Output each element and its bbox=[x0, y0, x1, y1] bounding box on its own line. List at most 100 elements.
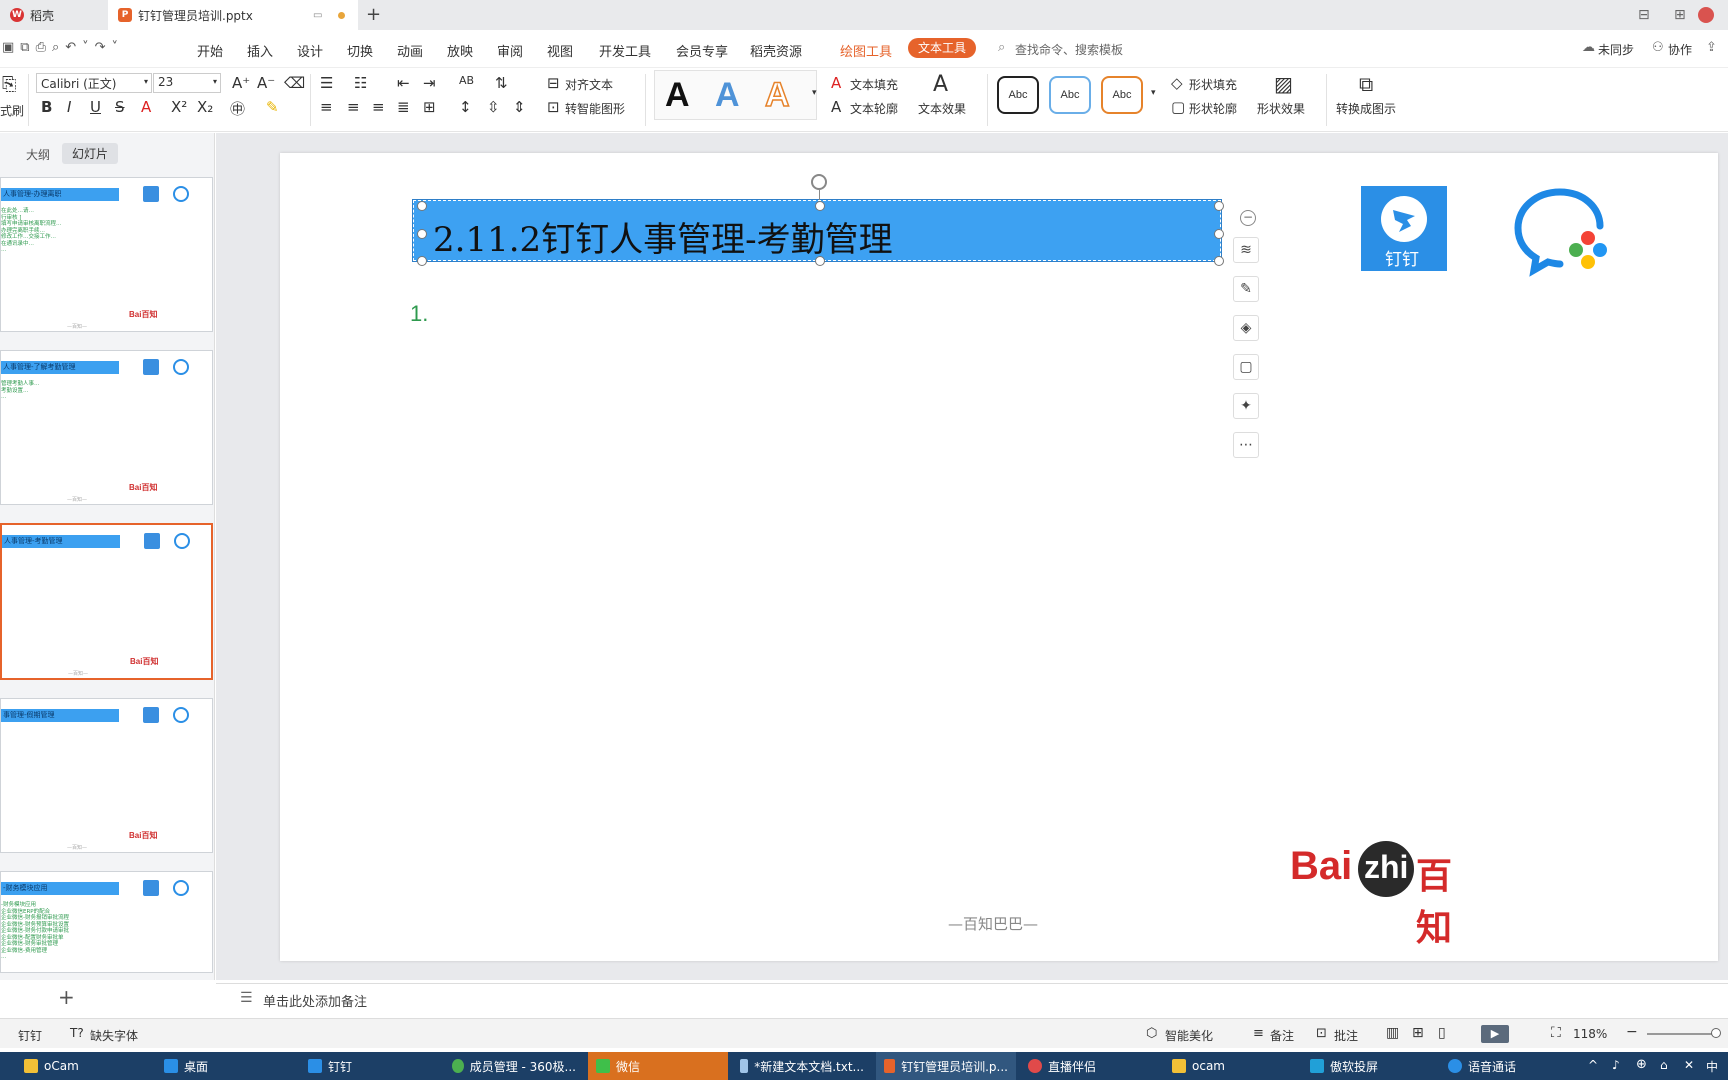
tab-slides[interactable]: 幻灯片 bbox=[62, 143, 119, 164]
shape-outline-icon[interactable]: ▢ bbox=[1171, 98, 1185, 116]
more-icon[interactable]: ⋯ bbox=[1233, 432, 1259, 458]
align-right-icon[interactable]: ≡ bbox=[372, 98, 385, 116]
align-center-icon[interactable]: ≡ bbox=[347, 98, 360, 116]
grid-apps-icon[interactable]: ⊞ bbox=[1674, 7, 1686, 23]
status-app[interactable]: 钉钉 bbox=[18, 1027, 42, 1044]
menu-developer[interactable]: 开发工具 bbox=[599, 41, 651, 60]
beautify-button[interactable]: 智能美化 bbox=[1165, 1027, 1213, 1044]
font-name-select[interactable]: Calibri (正文) ▾ bbox=[36, 73, 152, 93]
collapse-icon[interactable]: − bbox=[1240, 210, 1256, 226]
fit-window-icon[interactable]: ⛶ bbox=[1551, 1025, 1561, 1041]
ime-mode-icon[interactable]: ⌂ bbox=[1660, 1058, 1668, 1072]
slide-thumbnail[interactable]: 人事管理-办理离职 在此处…请… 行审核 ] 填写申请审核离职流程… 办理完离职… bbox=[0, 177, 213, 332]
command-search-input[interactable]: 查找命令、搜索模板 bbox=[1015, 41, 1123, 58]
smart-shape-button[interactable]: 转智能图形 bbox=[565, 100, 625, 117]
play-icon[interactable]: ▶ bbox=[1481, 1025, 1509, 1043]
taskbar-item-browser[interactable]: 成员管理 - 360极... bbox=[444, 1052, 584, 1080]
sync-status[interactable]: 未同步 bbox=[1598, 41, 1634, 58]
highlight-icon[interactable]: ✎ bbox=[266, 98, 279, 116]
distribute-icon[interactable]: ⊞ bbox=[423, 98, 436, 116]
shape-effect-button[interactable]: 形状效果 bbox=[1257, 100, 1305, 117]
italic-icon[interactable]: I bbox=[67, 98, 71, 116]
taskbar-item-desktop[interactable]: 桌面 bbox=[156, 1052, 296, 1080]
resize-handle[interactable] bbox=[417, 201, 427, 211]
tray-expand-icon[interactable]: ^ bbox=[1588, 1058, 1598, 1072]
slide-thumbnail[interactable]: 事管理-假期管理 Bai百知 —百知— bbox=[0, 698, 213, 853]
convert-graphic-button[interactable]: 转换成图示 bbox=[1336, 100, 1396, 117]
border-icon[interactable]: ▢ bbox=[1233, 354, 1259, 380]
line-spacing-icon[interactable]: ↕ bbox=[459, 98, 472, 116]
slide-thumbnail[interactable]: -财务模块应用 -财务模块应用 企业微信ERP的配合 企业微信-财务报销审批流程… bbox=[0, 871, 213, 973]
bullets-icon[interactable]: ☰ bbox=[320, 74, 333, 92]
strikethrough-icon[interactable]: S bbox=[115, 98, 125, 116]
slide-thumbnail[interactable]: 人事管理-了解考勤管理 管理考勤人事… 考勤设置… … Bai百知 —百知— bbox=[0, 350, 213, 505]
taskbar-item-live[interactable]: 直播伴侣 bbox=[1020, 1052, 1160, 1080]
format-painter-icon[interactable]: ⎘ bbox=[2, 74, 16, 95]
shape-fill-icon[interactable]: ◇ bbox=[1171, 74, 1183, 92]
bold-icon[interactable]: B bbox=[41, 98, 52, 116]
zoom-level[interactable]: 118% bbox=[1573, 1027, 1607, 1041]
subscript-icon[interactable]: X₂ bbox=[197, 98, 213, 116]
increase-indent-icon[interactable]: ⇥ bbox=[423, 74, 436, 92]
menu-animation[interactable]: 动画 bbox=[397, 41, 423, 60]
decrease-indent-icon[interactable]: ⇤ bbox=[397, 74, 410, 92]
text-effect-button[interactable]: 文本效果 bbox=[918, 100, 966, 117]
taskbar-item-voicecall[interactable]: 语音通话 bbox=[1440, 1052, 1580, 1080]
wordart-gallery[interactable]: A A A bbox=[654, 70, 817, 120]
mic-icon[interactable]: ♪ bbox=[1612, 1058, 1620, 1072]
volume-mute-icon[interactable]: ✕ bbox=[1684, 1058, 1694, 1072]
resize-handle[interactable] bbox=[1214, 256, 1224, 266]
shape-fill-button[interactable]: 形状填充 bbox=[1189, 76, 1237, 93]
text-outline-button[interactable]: 文本轮廓 bbox=[850, 100, 898, 117]
shape-outline-button[interactable]: 形状轮廓 bbox=[1189, 100, 1237, 117]
taskbar-item-notepad[interactable]: *新建文本文档.txt... bbox=[732, 1052, 872, 1080]
taskbar-item-dingtalk[interactable]: 钉钉 bbox=[300, 1052, 440, 1080]
layers-icon[interactable]: ≋ bbox=[1233, 237, 1259, 263]
taskbar-item-ocam2[interactable]: ocam bbox=[1164, 1052, 1304, 1080]
window-layout-icon[interactable]: ⊟ bbox=[1638, 7, 1650, 23]
idea-icon[interactable]: ✦ bbox=[1233, 393, 1259, 419]
superscript-icon[interactable]: X² bbox=[171, 98, 187, 116]
slide-title[interactable]: 2.11.2钉钉人事管理-考勤管理 bbox=[433, 212, 893, 261]
align-left-icon[interactable]: ≡ bbox=[320, 98, 333, 116]
tab-outline[interactable]: 大纲 bbox=[26, 146, 50, 163]
text-effect-icon[interactable]: A bbox=[933, 72, 948, 97]
menu-member[interactable]: 会员专享 bbox=[676, 41, 728, 60]
share-icon[interactable]: ⇪ bbox=[1706, 40, 1717, 55]
fill-icon[interactable]: ◈ bbox=[1233, 315, 1259, 341]
network-icon[interactable]: ⊕ bbox=[1636, 1057, 1647, 1072]
grow-font-icon[interactable]: A⁺ bbox=[232, 74, 250, 92]
text-fill-button[interactable]: 文本填充 bbox=[850, 76, 898, 93]
resize-handle[interactable] bbox=[417, 256, 427, 266]
resize-handle[interactable] bbox=[1214, 201, 1224, 211]
format-painter-label[interactable]: 式刷 bbox=[0, 102, 24, 119]
shape-style-orange[interactable]: Abc bbox=[1101, 76, 1143, 114]
menu-view[interactable]: 视图 bbox=[547, 41, 573, 60]
font-color-icon[interactable]: A bbox=[141, 98, 151, 116]
remark-button[interactable]: 备注 bbox=[1270, 1027, 1294, 1044]
resize-handle[interactable] bbox=[417, 229, 427, 239]
spacing-menu-icon[interactable]: ⇕ bbox=[513, 98, 526, 116]
zoom-slider-thumb[interactable] bbox=[1711, 1028, 1721, 1038]
phonetic-icon[interactable]: ㊥ bbox=[230, 98, 245, 119]
tab-home[interactable]: W 稻壳 bbox=[0, 0, 108, 30]
slide-thumbnail-selected[interactable]: 人事管理-考勤管理 Bai百知 —百知— bbox=[0, 523, 213, 680]
new-tab-button[interactable]: + bbox=[366, 4, 381, 25]
convert-graphic-icon[interactable]: ⧉ bbox=[1359, 72, 1373, 96]
add-slide-button[interactable]: + bbox=[58, 985, 75, 1009]
underline-icon[interactable]: U bbox=[90, 98, 101, 116]
justify-icon[interactable]: ≣ bbox=[397, 98, 410, 116]
text-fill-icon[interactable]: A bbox=[831, 74, 841, 92]
text-direction-icon[interactable]: AB bbox=[459, 74, 474, 87]
font-size-select[interactable]: 23 ▾ bbox=[153, 73, 221, 93]
avatar[interactable] bbox=[1698, 7, 1714, 23]
missing-font-button[interactable]: 缺失字体 bbox=[90, 1027, 138, 1044]
resize-handle[interactable] bbox=[815, 201, 825, 211]
taskbar-item-wechat[interactable]: 微信 bbox=[588, 1052, 728, 1080]
align-text-button[interactable]: 对齐文本 bbox=[565, 76, 613, 93]
wordart-blue[interactable]: A bbox=[715, 76, 740, 115]
list-number[interactable]: 1. bbox=[410, 301, 428, 327]
taskbar-item-ocam[interactable]: oCam bbox=[16, 1052, 152, 1080]
comment-button[interactable]: 批注 bbox=[1334, 1027, 1358, 1044]
resize-handle[interactable] bbox=[1214, 229, 1224, 239]
